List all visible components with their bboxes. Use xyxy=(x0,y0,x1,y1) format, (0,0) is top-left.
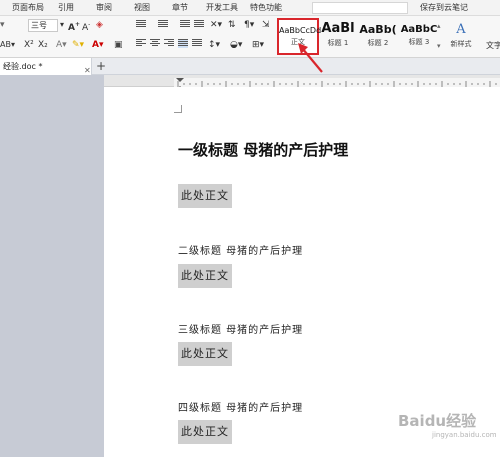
highlight-color-icon[interactable]: ✎▾ xyxy=(72,39,84,51)
numbered-list-icon[interactable] xyxy=(158,20,168,29)
ribbon-toolbar: ▾ 三号 ▾ A+ A- ◈ AB▾ X² X₂ A▾ ✎▾ A▾ ▣ ✕▾ ⇅… xyxy=(0,16,500,58)
line-spacing-icon[interactable]: ↕▾ xyxy=(208,39,220,51)
font-color-icon[interactable]: A▾ xyxy=(92,39,103,51)
heading-level-4[interactable]: 四级标题 母猪的产后护理 xyxy=(178,399,303,414)
annotation-arrow-icon xyxy=(298,43,323,73)
heading-level-1[interactable]: 一级标题 母猪的产后护理 xyxy=(178,139,348,160)
style-heading2-preview: AaBb( xyxy=(359,23,397,36)
superscript-icon[interactable]: X² xyxy=(24,39,34,51)
new-style-icon: A xyxy=(456,22,466,37)
text-direction-icon[interactable]: ⇲ xyxy=(262,19,270,31)
character-shading-icon[interactable]: ▣ xyxy=(114,39,123,51)
align-left-icon[interactable] xyxy=(136,39,146,48)
baidu-watermark-url: jingyan.baidu.com xyxy=(432,431,497,439)
new-style-label: 新样式 xyxy=(450,40,472,48)
document-background xyxy=(0,75,104,457)
gallery-scroll-up-icon[interactable]: ▴ xyxy=(437,20,441,32)
distributed-align-icon[interactable] xyxy=(192,39,202,48)
style-heading1-preview: AaBl xyxy=(321,21,355,36)
shrink-font-icon[interactable]: A- xyxy=(82,19,90,34)
menu-page-layout[interactable]: 页面布局 xyxy=(12,2,44,13)
grow-font-icon[interactable]: A+ xyxy=(68,19,80,34)
style-normal-preview: AaBbCcDd xyxy=(279,26,322,35)
sort-icon[interactable]: ⇅ xyxy=(228,19,236,31)
menu-bar: 页面布局 引用 审阅 视图 章节 开发工具 特色功能 保存到云笔记 xyxy=(0,0,500,16)
font-size-value: 三号 xyxy=(31,21,47,30)
align-right-icon[interactable] xyxy=(164,39,174,48)
menu-developer-tools[interactable]: 开发工具 xyxy=(206,2,238,13)
document-page[interactable]: 一级标题 母猪的产后护理 此处正文 二级标题 母猪的产后护理 此处正文 三级标题… xyxy=(104,87,500,457)
subscript-icon[interactable]: X₂ xyxy=(38,39,48,51)
menu-references[interactable]: 引用 xyxy=(58,2,74,13)
menu-section[interactable]: 章节 xyxy=(172,2,188,13)
body-text-4[interactable]: 此处正文 xyxy=(178,420,232,444)
text-effect-icon[interactable]: A▾ xyxy=(56,39,67,51)
heading-level-2[interactable]: 二级标题 母猪的产后护理 xyxy=(178,242,303,257)
body-text-2[interactable]: 此处正文 xyxy=(178,264,232,288)
justify-icon[interactable] xyxy=(178,39,188,48)
gallery-more-icon[interactable]: ▾ xyxy=(437,40,441,52)
horizontal-ruler[interactable] xyxy=(104,75,500,90)
chinese-layout-icon[interactable]: ✕▾ xyxy=(210,19,222,31)
align-center-icon[interactable] xyxy=(150,39,160,48)
style-heading2-swatch[interactable]: AaBb( 标题 2 xyxy=(357,18,399,55)
font-size-dropdown-icon[interactable]: ▾ xyxy=(60,19,64,31)
clear-format-icon[interactable]: ◈ xyxy=(96,19,103,31)
save-to-cloud-notes-button[interactable]: 保存到云笔记 xyxy=(420,2,468,13)
margin-corner-mark xyxy=(174,105,182,113)
strikethrough-ab-icon[interactable]: AB▾ xyxy=(0,39,15,51)
menu-view[interactable]: 视图 xyxy=(134,2,150,13)
bulleted-list-icon[interactable] xyxy=(136,20,146,29)
font-size-select[interactable]: 三号 xyxy=(28,19,58,32)
increase-indent-icon[interactable] xyxy=(194,20,204,29)
style-heading3-preview: AaBbC xyxy=(400,24,438,35)
body-text-1[interactable]: 此处正文 xyxy=(178,184,232,208)
borders-icon[interactable]: ⊞▾ xyxy=(252,39,264,51)
text-tools-button[interactable]: 文字 xyxy=(486,40,500,52)
menu-special-features[interactable]: 特色功能 xyxy=(250,2,282,13)
decrease-indent-icon[interactable] xyxy=(180,20,190,29)
body-text-3[interactable]: 此处正文 xyxy=(178,342,232,366)
document-tab-bar: 经验.doc * ✕ + xyxy=(0,58,500,75)
document-tab[interactable]: 经验.doc * ✕ xyxy=(0,58,92,75)
baidu-watermark-logo: Baidu经验 xyxy=(398,412,477,430)
menu-review[interactable]: 审阅 xyxy=(96,2,112,13)
new-style-button[interactable]: A 新样式 xyxy=(446,22,476,49)
new-tab-button[interactable]: + xyxy=(96,59,106,73)
command-search-box[interactable] xyxy=(312,2,408,14)
style-heading2-label: 标题 2 xyxy=(367,39,389,47)
style-heading3-label: 标题 3 xyxy=(408,38,430,46)
document-tab-title: 经验.doc * xyxy=(3,62,43,71)
shading-fill-icon[interactable]: ◒▾ xyxy=(230,39,242,51)
heading-level-3[interactable]: 三级标题 母猪的产后护理 xyxy=(178,321,303,336)
font-name-dropdown-chevron-icon[interactable]: ▾ xyxy=(0,19,5,31)
style-heading3-swatch[interactable]: AaBbC 标题 3 xyxy=(399,18,439,55)
show-marks-icon[interactable]: ¶▾ xyxy=(244,19,254,31)
